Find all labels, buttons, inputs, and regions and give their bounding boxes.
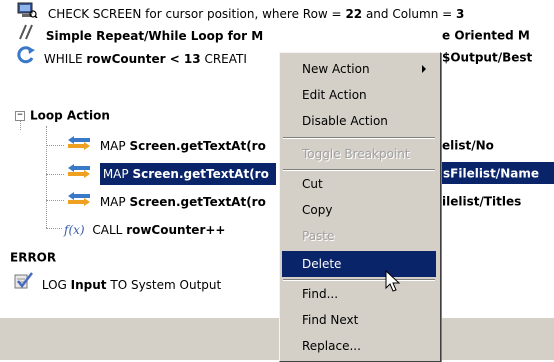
log-what: Input	[70, 277, 107, 292]
while-tail: $Output/Best	[442, 50, 533, 65]
menu-item-cut[interactable]: Cut	[282, 171, 436, 197]
comment-slashes-icon	[16, 24, 38, 47]
menu-item-find-next[interactable]: Find Next	[282, 307, 436, 333]
map3-keyword: MAP	[99, 194, 130, 209]
tree-row-comment-tail: e Oriented M	[442, 24, 530, 46]
while-condition: rowCounter < 13	[86, 51, 201, 66]
menu-item-label: Disable Action	[302, 114, 388, 128]
check-screen-prefix: CHECK SCREEN for cursor position, where …	[47, 6, 346, 21]
loop-arrow-icon	[16, 46, 38, 71]
call-keyword: CALL	[92, 222, 127, 237]
log-check-icon	[12, 272, 34, 297]
tree-row-loop-action[interactable]: Loop Action	[30, 104, 110, 126]
tree-row-while-tail: $Output/Best	[442, 46, 532, 68]
menu-item-replace[interactable]: Replace...	[282, 333, 436, 359]
check-screen-row: 22	[345, 6, 363, 21]
menu-item-label: Cut	[302, 177, 323, 191]
check-screen-col: 3	[455, 6, 465, 21]
map-arrows-icon	[66, 135, 92, 157]
menu-item-label: Toggle Breakpoint	[302, 147, 410, 161]
tree-row-map-3[interactable]: MAP Screen.getTextAt(ro	[66, 190, 266, 212]
monitor-icon	[16, 2, 38, 25]
tree-row-map-2[interactable]: MAP Screen.getTextAt(ro	[66, 162, 280, 185]
menu-item-label: Paste	[302, 229, 335, 243]
map-arrows-icon	[66, 163, 92, 185]
tree-row-map-1-tail: elist/No	[442, 134, 494, 156]
tree-row-check-screen[interactable]: CHECK SCREEN for cursor position, where …	[16, 2, 464, 24]
map1-call: Screen.getTextAt(ro	[129, 138, 266, 153]
call-name: rowCounter++	[126, 222, 226, 237]
map2-call: Screen.getTextAt(ro	[132, 166, 269, 181]
menu-item-label: Delete	[302, 257, 342, 271]
menu-item-label: Find Next	[302, 313, 359, 327]
context-menu: New Action Edit Action Disable Action To…	[279, 52, 441, 362]
collapse-toggle[interactable]: −	[15, 111, 25, 121]
map2-tail: sFilelist/Name	[443, 166, 539, 181]
map2-keyword: MAP	[102, 166, 133, 181]
menu-item-find[interactable]: Find...	[282, 281, 436, 307]
tree-row-map-3-tail: ilelist/Titles	[442, 190, 521, 212]
mouse-pointer-icon	[385, 270, 401, 292]
map1-tail: elist/No	[442, 138, 494, 153]
menu-item-label: Copy	[302, 203, 333, 217]
while-rest: CREATI	[200, 51, 247, 66]
log-keyword: LOG	[41, 277, 71, 292]
loop-action-label: Loop Action	[30, 108, 110, 123]
tree-row-while[interactable]: WHILE rowCounter < 13 CREATI	[16, 46, 247, 68]
tree-row-error[interactable]: ERROR	[10, 246, 56, 268]
menu-item-disable-action[interactable]: Disable Action	[282, 108, 436, 134]
menu-item-label: New Action	[302, 62, 370, 76]
menu-item-delete[interactable]: Delete	[282, 251, 436, 277]
menu-item-new-action[interactable]: New Action	[282, 56, 436, 82]
menu-item-edit-action[interactable]: Edit Action	[282, 82, 436, 108]
map3-call: Screen.getTextAt(ro	[129, 194, 266, 209]
menu-item-label: Edit Action	[302, 88, 367, 102]
menu-item-copy[interactable]: Copy	[282, 197, 436, 223]
check-screen-mid: and Column =	[362, 6, 456, 21]
log-rest: TO System Output	[106, 277, 222, 292]
submenu-arrow-icon	[422, 65, 426, 73]
menu-item-label: Find...	[302, 287, 339, 301]
menu-item-label: Replace...	[302, 339, 361, 353]
tree-bottom-area	[0, 318, 554, 360]
map1-keyword: MAP	[99, 138, 130, 153]
comment-text: Simple Repeat/While Loop for M	[45, 28, 264, 43]
tree-row-map-2-tail: sFilelist/Name	[440, 162, 554, 184]
tree-row-call[interactable]: f(x) CALL rowCounter++	[64, 218, 225, 240]
tree-row-comment[interactable]: Simple Repeat/While Loop for M	[16, 24, 263, 46]
map-arrows-icon	[66, 191, 92, 213]
menu-item-paste[interactable]: Paste	[282, 223, 436, 249]
while-keyword: WHILE	[43, 51, 87, 66]
function-icon: f(x)	[64, 222, 85, 237]
action-tree[interactable]: CHECK SCREEN for cursor position, where …	[0, 0, 554, 318]
comment-tail: e Oriented M	[442, 28, 530, 43]
menu-separator	[283, 137, 435, 139]
map3-tail: ilelist/Titles	[442, 194, 522, 209]
tree-row-map-1[interactable]: MAP Screen.getTextAt(ro	[66, 134, 266, 156]
menu-item-toggle-breakpoint[interactable]: Toggle Breakpoint	[282, 141, 436, 167]
error-label: ERROR	[10, 250, 57, 265]
tree-row-log[interactable]: LOG Input TO System Output	[12, 272, 221, 294]
